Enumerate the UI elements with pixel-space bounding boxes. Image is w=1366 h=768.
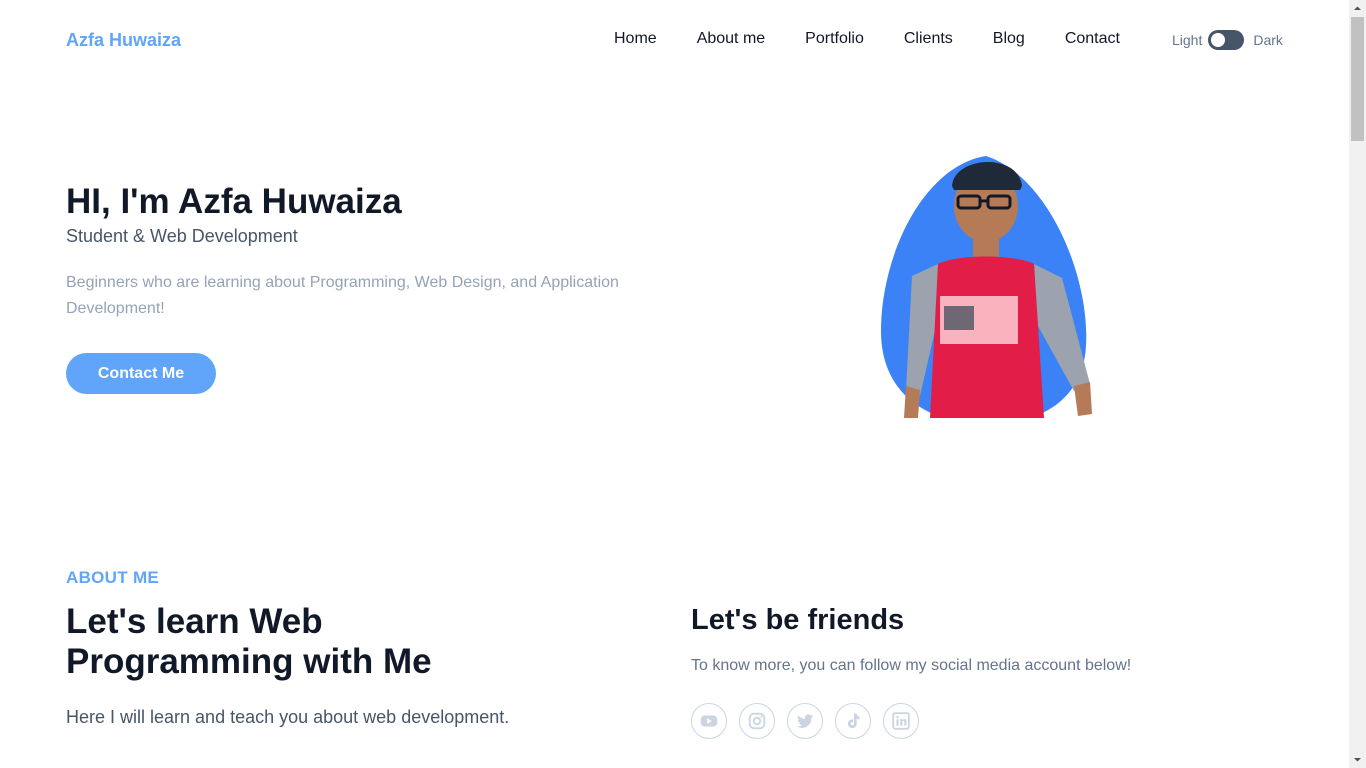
contact-me-button[interactable]: Contact Me: [66, 353, 216, 394]
tiktok-link[interactable]: [835, 703, 871, 739]
scrollbar-thumb[interactable]: [1351, 17, 1364, 141]
profile-photo: [878, 156, 1094, 428]
scroll-down-arrow-icon[interactable]: [1349, 751, 1366, 768]
nav-item-home: Home: [614, 30, 657, 48]
twitter-link[interactable]: [787, 703, 823, 739]
linkedin-icon: [892, 712, 910, 730]
nav-link-home[interactable]: Home: [614, 30, 657, 47]
tiktok-icon: [847, 713, 860, 729]
about-eyebrow: ABOUT ME: [66, 568, 160, 587]
hero-title: HI, I'm Azfa Huwaiza: [66, 182, 402, 221]
nav-item-blog: Blog: [993, 30, 1025, 48]
theme-switch[interactable]: [1208, 30, 1245, 50]
hero-subtitle: Student & Web Development: [66, 226, 298, 246]
instagram-icon: [748, 712, 766, 730]
navbar: Azfa Huwaiza Home About me Portfolio Cli…: [0, 0, 1349, 80]
photo-right-hand: [1074, 382, 1092, 416]
nav-link-contact[interactable]: Contact: [1065, 30, 1120, 47]
about-title: Let's learn Web Programming with Me: [66, 602, 432, 681]
about-description: Here I will learn and teach you about we…: [66, 707, 510, 727]
linkedin-link[interactable]: [883, 703, 919, 739]
twitter-icon: [796, 714, 814, 728]
friends-title: Let's be friends: [691, 604, 905, 636]
nav-link-about[interactable]: About me: [697, 30, 765, 47]
nav-item-contact: Contact: [1065, 30, 1120, 48]
friends-description: To know more, you can follow my social m…: [691, 657, 1132, 674]
page-scrollbar[interactable]: [1349, 0, 1366, 768]
social-links: [691, 703, 919, 739]
nav-menu: Home About me Portfolio Clients Blog Con…: [614, 30, 1120, 48]
nav-link-portfolio[interactable]: Portfolio: [805, 30, 864, 47]
theme-dark-label: Dark: [1253, 32, 1283, 48]
photo-left-hand: [904, 386, 920, 418]
theme-light-label: Light: [1172, 32, 1203, 48]
youtube-link[interactable]: [691, 703, 727, 739]
theme-switch-knob: [1211, 33, 1226, 47]
nav-item-about: About me: [697, 30, 765, 48]
nav-item-portfolio: Portfolio: [805, 30, 864, 48]
nav-link-blog[interactable]: Blog: [993, 30, 1025, 47]
theme-toggle: Light Dark: [1172, 30, 1283, 50]
hero-description: Beginners who are learning about Program…: [66, 274, 619, 317]
scroll-up-arrow-icon[interactable]: [1349, 0, 1366, 17]
nav-link-clients[interactable]: Clients: [904, 30, 953, 47]
youtube-icon: [700, 715, 718, 727]
nav-item-clients: Clients: [904, 30, 953, 48]
brand-logo-link[interactable]: Azfa Huwaiza: [66, 30, 181, 51]
instagram-link[interactable]: [739, 703, 775, 739]
